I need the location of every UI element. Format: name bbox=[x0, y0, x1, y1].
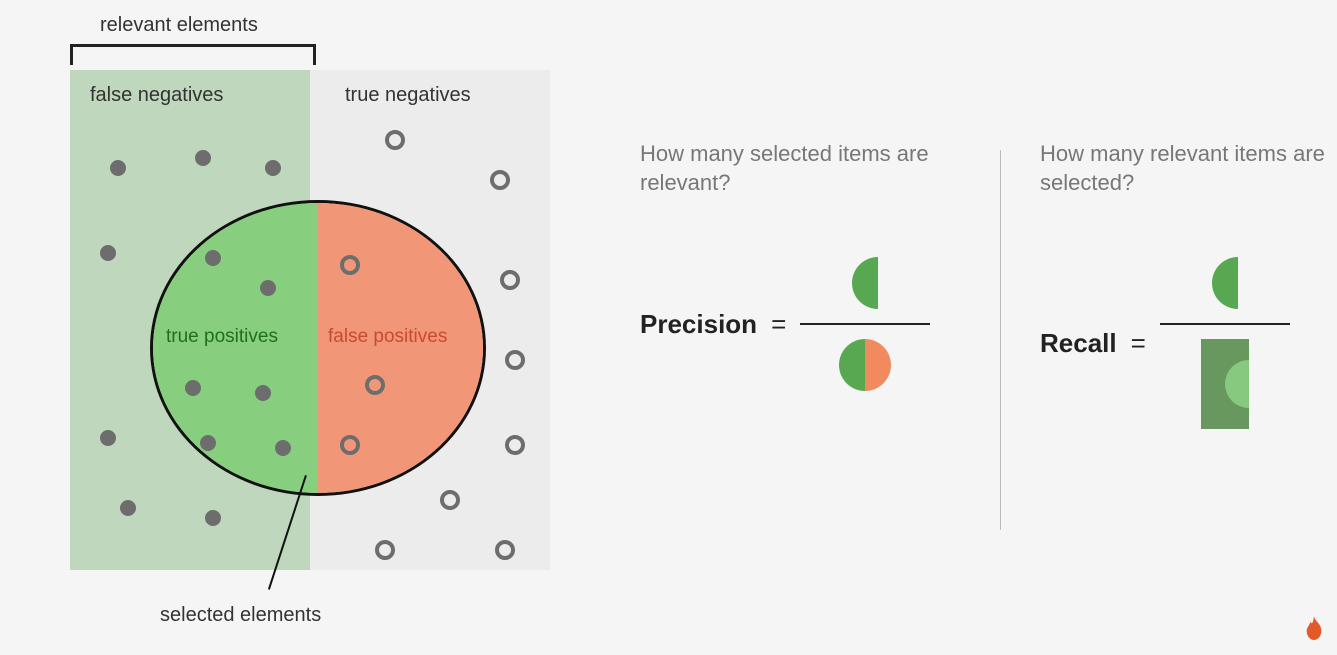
dot-fn bbox=[110, 160, 126, 176]
precision-fraction bbox=[800, 257, 930, 391]
precision-question: How many selected items are relevant? bbox=[640, 140, 970, 197]
formulas-area: How many selected items are relevant? Pr… bbox=[640, 140, 1337, 540]
true-positives-label: true positives bbox=[166, 326, 278, 348]
dot-tn bbox=[500, 270, 520, 290]
column-divider bbox=[1000, 150, 1001, 530]
dot-tp bbox=[185, 380, 201, 396]
dot-tn bbox=[440, 490, 460, 510]
confusion-diagram: relevant elements false negatives true n… bbox=[40, 10, 560, 630]
dot-fp bbox=[340, 255, 360, 275]
fraction-bar bbox=[800, 323, 930, 325]
dot-fn bbox=[120, 500, 136, 516]
dot-fn bbox=[205, 510, 221, 526]
true-positives-region bbox=[153, 203, 318, 493]
dot-fn bbox=[195, 150, 211, 166]
tp-half-icon bbox=[852, 257, 878, 309]
precision-formula: Precision = bbox=[640, 257, 970, 391]
false-positives-label: false positives bbox=[328, 326, 447, 348]
flame-svg bbox=[1303, 616, 1325, 642]
dot-tp bbox=[260, 280, 276, 296]
tp-inside-rect-icon bbox=[1225, 360, 1249, 408]
recall-fraction bbox=[1160, 257, 1290, 429]
recall-formula: Recall = bbox=[1040, 257, 1337, 429]
true-negatives-label: true negatives bbox=[345, 84, 471, 107]
relevant-rect-icon bbox=[1201, 339, 1249, 429]
fraction-bar bbox=[1160, 323, 1290, 325]
precision-denominator-icon bbox=[839, 339, 891, 391]
dot-fn bbox=[100, 430, 116, 446]
false-negatives-label: false negatives bbox=[90, 84, 223, 107]
tp-half-icon bbox=[839, 339, 865, 391]
dot-tp bbox=[200, 435, 216, 451]
dot-tn bbox=[385, 130, 405, 150]
diagram-canvas: relevant elements false negatives true n… bbox=[0, 0, 1337, 655]
selected-circle bbox=[150, 200, 486, 496]
equals-sign: = bbox=[1131, 328, 1146, 359]
precision-label: Precision bbox=[640, 309, 757, 340]
dot-tn bbox=[495, 540, 515, 560]
recall-label: Recall bbox=[1040, 328, 1117, 359]
dot-fn bbox=[265, 160, 281, 176]
dot-fn bbox=[100, 245, 116, 261]
dot-tp bbox=[255, 385, 271, 401]
dot-tp bbox=[275, 440, 291, 456]
relevant-bracket bbox=[70, 44, 316, 65]
dot-tn bbox=[375, 540, 395, 560]
dot-fp bbox=[340, 435, 360, 455]
selected-elements-label: selected elements bbox=[160, 604, 321, 627]
recall-question: How many relevant items are selected? bbox=[1040, 140, 1337, 197]
dot-tn bbox=[490, 170, 510, 190]
dot-tn bbox=[505, 350, 525, 370]
recall-column: How many relevant items are selected? Re… bbox=[1040, 140, 1337, 429]
relevant-elements-label: relevant elements bbox=[100, 14, 258, 37]
precision-column: How many selected items are relevant? Pr… bbox=[640, 140, 970, 391]
dot-tn bbox=[505, 435, 525, 455]
equals-sign: = bbox=[771, 309, 786, 340]
fp-half-icon bbox=[865, 339, 891, 391]
dot-fp bbox=[365, 375, 385, 395]
dot-tp bbox=[205, 250, 221, 266]
flame-icon bbox=[1303, 616, 1325, 649]
tp-half-icon bbox=[1212, 257, 1238, 309]
